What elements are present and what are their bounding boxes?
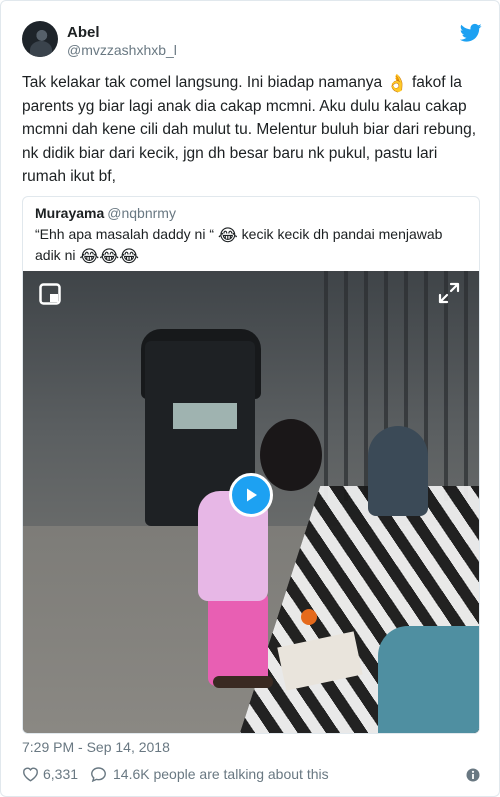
comment-icon <box>91 767 106 782</box>
talking-count: 14.6K people are talking about this <box>113 766 329 782</box>
quoted-author-name: Murayama <box>35 205 105 221</box>
like-button[interactable]: 6,331 <box>22 766 78 782</box>
quoted-tweet-text: “Ehh apa masalah daddy ni “ 😂 kecik keci… <box>35 224 465 266</box>
conversation-link[interactable]: 14.6K people are talking about this <box>90 766 329 782</box>
tweet-actions: 6,331 14.6K people are talking about thi… <box>22 766 482 786</box>
laughing-emoji: 😂 <box>217 226 238 245</box>
quoted-author[interactable]: Murayama @nqbnrmy <box>35 205 176 221</box>
video-speaker-screen <box>173 403 237 429</box>
video-child-legs <box>208 591 268 686</box>
quoted-author-handle: @nqbnrmy <box>107 205 176 221</box>
twitter-bird-icon[interactable] <box>460 23 482 43</box>
video-child-feet <box>213 676 273 688</box>
video-orange <box>301 609 317 625</box>
like-count: 6,331 <box>43 766 79 782</box>
avatar[interactable] <box>22 21 58 57</box>
expand-icon[interactable] <box>437 281 461 305</box>
quoted-text-part1: “Ehh apa masalah daddy ni “ <box>35 226 218 242</box>
laughing-emoji-group: 😂😂😂 <box>79 247 139 266</box>
play-button[interactable] <box>229 473 273 517</box>
info-icon[interactable] <box>466 768 480 782</box>
play-icon <box>247 488 257 502</box>
author-name[interactable]: Abel <box>67 24 100 41</box>
video-sofa <box>378 626 479 733</box>
gif-corner-icon <box>39 283 61 305</box>
ok-hand-emoji: 👌 <box>386 74 408 93</box>
tweet-card: Abel @mvzzashxhxb_l Tak kelakar tak come… <box>0 0 500 797</box>
tweet-text: Tak kelakar tak comel langsung. Ini biad… <box>22 71 484 189</box>
video-child-head <box>260 419 322 491</box>
tweet-timestamp[interactable]: 7:29 PM - Sep 14, 2018 <box>22 739 170 755</box>
tweet-header: Abel @mvzzashxhxb_l <box>22 21 482 61</box>
author-handle[interactable]: @mvzzashxhxb_l <box>67 42 177 58</box>
tweet-text-part1: Tak kelakar tak comel langsung. Ini biad… <box>22 74 387 91</box>
video-player[interactable] <box>23 271 479 733</box>
video-person <box>368 426 428 516</box>
quoted-tweet[interactable]: Murayama @nqbnrmy “Ehh apa masalah daddy … <box>22 196 480 734</box>
heart-icon <box>23 767 38 782</box>
